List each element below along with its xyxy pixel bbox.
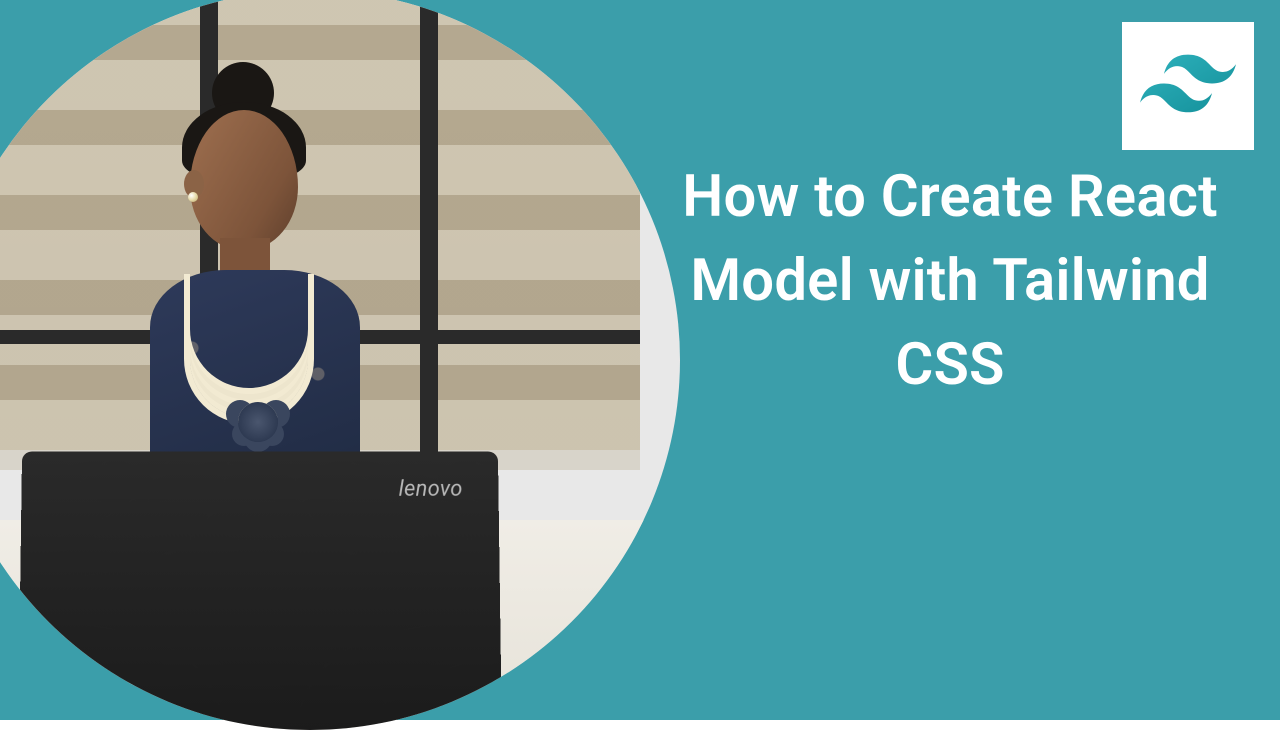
hero-photo: lenovo [0,0,680,730]
laptop: lenovo [18,452,502,730]
earring [188,192,198,202]
necklace [184,274,314,424]
person-figure [120,90,380,510]
flower-brooch [238,402,278,442]
tailwind-icon [1140,54,1236,118]
photo-content: lenovo [0,0,680,730]
hero-background: lenovo How to Create React Model with Ta… [0,0,1280,720]
laptop-brand-label: lenovo [399,477,463,502]
hero-title: How to Create React Model with Tailwind … [660,155,1240,407]
tailwind-logo-badge [1122,22,1254,150]
